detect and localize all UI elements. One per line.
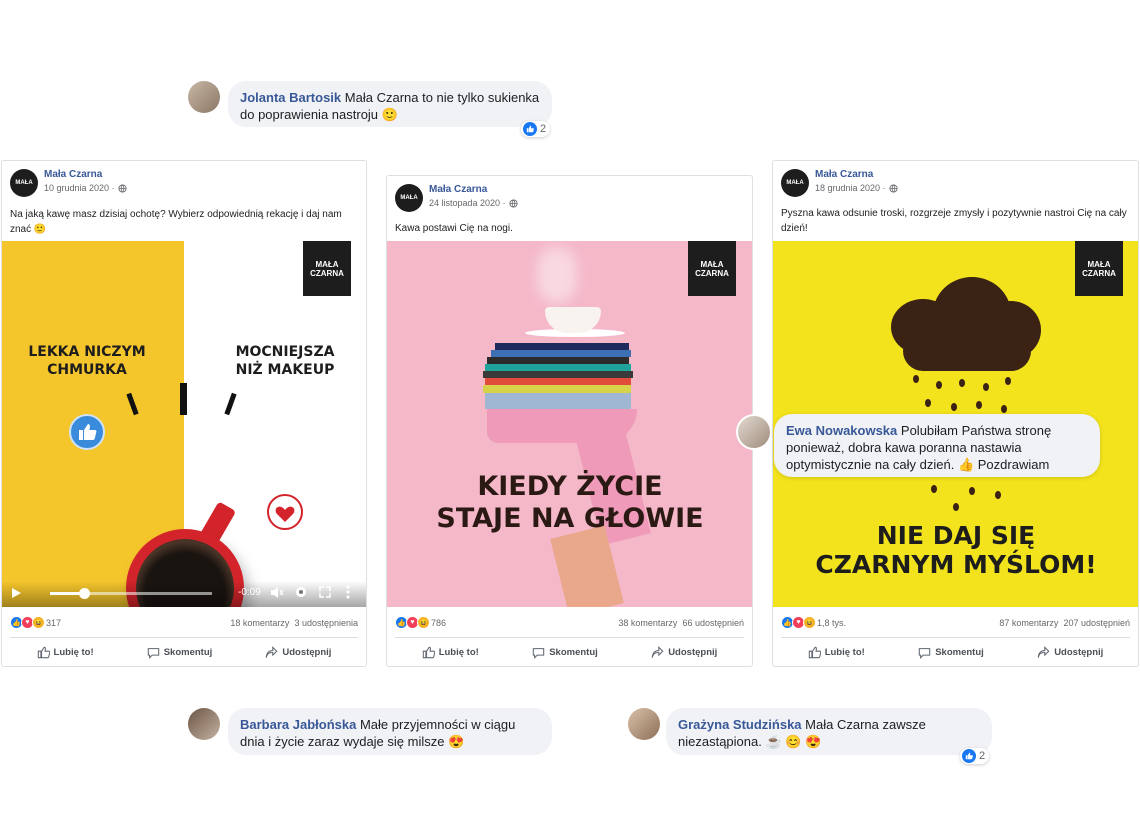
brand-logo: MAŁA CZARNA xyxy=(688,241,736,296)
share-icon xyxy=(266,646,278,658)
share-count[interactable]: 66 udostępnień xyxy=(682,618,744,628)
comment-reaction-count[interactable]: 2 xyxy=(521,121,551,137)
post-text: Pyszna kawa odsunie troski, rozgrzeje zm… xyxy=(781,208,1127,234)
haha-icon: 😆 xyxy=(417,616,430,629)
post-actions: Lubię to! Skomentuj Udostępnij xyxy=(781,637,1130,659)
comment-author[interactable]: Grażyna Studzińska xyxy=(678,717,802,732)
reaction-count: 1,8 tys. xyxy=(817,617,847,628)
like-count: 2 xyxy=(979,750,986,762)
brand-logo: MAŁA CZARNA xyxy=(1075,241,1123,296)
comment-bubble: Ewa Nowakowska Polubiłam Państwa stronę … xyxy=(774,414,1100,477)
post-text: Kawa postawi Cię na nogi. xyxy=(395,223,513,234)
comment-button[interactable]: Skomentuj xyxy=(918,646,984,659)
volume-icon[interactable] xyxy=(270,586,284,599)
book-stack xyxy=(485,393,631,409)
post-date[interactable]: 24 listopada 2020 · xyxy=(429,198,518,208)
reaction-summary[interactable]: 👍 ♥ 😆 317 xyxy=(10,616,61,629)
avatar[interactable] xyxy=(188,81,220,113)
avatar[interactable] xyxy=(188,708,220,740)
page-avatar[interactable]: MAŁA xyxy=(10,169,38,197)
fullscreen-icon[interactable] xyxy=(319,586,331,598)
share-icon xyxy=(651,646,664,658)
page-avatar[interactable]: MAŁA xyxy=(395,184,423,212)
post-stats: 👍 ♥ 😆 1,8 tys. 87 komentarzy 207 udostępni… xyxy=(781,616,1130,629)
share-count[interactable]: 3 udostępnienia xyxy=(294,618,358,628)
poster-left-text: LEKKA NICZYM CHMURKA xyxy=(28,344,146,378)
reaction-count: 786 xyxy=(431,617,447,628)
haha-icon: 😆 xyxy=(32,616,45,629)
comment-icon xyxy=(532,648,545,659)
brand-logo: MAŁA CZARNA xyxy=(303,241,351,296)
post-card: MAŁA Mała Czarna 10 grudnia 2020 · Na ja… xyxy=(1,160,367,667)
reaction-count: 317 xyxy=(46,617,62,628)
comment-count[interactable]: 18 komentarzy xyxy=(230,618,289,628)
settings-icon[interactable] xyxy=(294,585,308,599)
comment-icon xyxy=(147,648,159,659)
share-button[interactable]: Udostępnij xyxy=(1037,646,1103,659)
video-scrubber[interactable] xyxy=(79,588,90,599)
post-card: MAŁA Mała Czarna 24 listopada 2020 · Kaw… xyxy=(386,175,753,667)
share-button[interactable]: Udostępnij xyxy=(265,646,331,659)
like-icon xyxy=(37,646,50,659)
comment-icon xyxy=(918,648,931,659)
like-icon xyxy=(422,646,435,659)
share-icon xyxy=(1037,646,1050,658)
like-button[interactable]: Lubię to! xyxy=(422,646,479,659)
post-stats: 👍 ♥ 😆 786 38 komentarzy 66 udostępnień xyxy=(395,616,744,629)
like-reaction-icon xyxy=(69,414,105,450)
like-icon xyxy=(962,749,976,763)
poster-title: KIEDY ŻYCIE STAJE NA GŁOWIE xyxy=(436,471,704,534)
post-actions: Lubię to! Skomentuj Udostępnij xyxy=(395,637,744,659)
post-header: MAŁA Mała Czarna 24 listopada 2020 · xyxy=(395,184,518,212)
like-button[interactable]: Lubię to! xyxy=(808,646,865,659)
like-count: 2 xyxy=(540,123,547,135)
page-name[interactable]: Mała Czarna xyxy=(44,169,127,180)
comment-count[interactable]: 87 komentarzy xyxy=(999,618,1058,628)
post-text: Na jaką kawę masz dzisiaj ochotę? Wybier… xyxy=(10,209,342,235)
share-button[interactable]: Udostępnij xyxy=(651,646,717,659)
post-video[interactable]: MAŁA CZARNA LEKKA NICZYM CHMURKA MOCNIEJS… xyxy=(2,241,366,607)
reaction-summary[interactable]: 👍 ♥ 😆 1,8 tys. xyxy=(781,616,846,629)
post-header: MAŁA Mała Czarna 18 grudnia 2020 · xyxy=(781,169,898,197)
globe-icon xyxy=(509,198,518,208)
globe-icon xyxy=(118,183,127,193)
comment-button[interactable]: Skomentuj xyxy=(532,646,598,659)
like-icon xyxy=(523,122,537,136)
video-time: -0:09 xyxy=(238,587,261,598)
comment-author[interactable]: Ewa Nowakowska xyxy=(786,423,897,438)
comment-bubble: Jolanta Bartosik Mała Czarna to nie tylk… xyxy=(228,81,552,127)
like-icon xyxy=(808,646,821,659)
page-avatar[interactable]: MAŁA xyxy=(781,169,809,197)
comment-count[interactable]: 38 komentarzy xyxy=(618,618,677,628)
reaction-summary[interactable]: 👍 ♥ 😆 786 xyxy=(395,616,446,629)
more-icon[interactable] xyxy=(345,585,351,599)
comment-bubble: Grażyna Studzińska Mała Czarna zawsze ni… xyxy=(666,708,992,755)
avatar[interactable] xyxy=(628,708,660,740)
post-header: MAŁA Mała Czarna 10 grudnia 2020 · xyxy=(10,169,127,197)
globe-icon xyxy=(889,183,898,193)
avatar[interactable] xyxy=(736,414,772,450)
page-name[interactable]: Mała Czarna xyxy=(815,169,898,180)
comment-author[interactable]: Barbara Jabłońska xyxy=(240,717,356,732)
comment-button[interactable]: Skomentuj xyxy=(147,646,212,659)
post-date[interactable]: 18 grudnia 2020 · xyxy=(815,183,898,193)
share-count[interactable]: 207 udostępnień xyxy=(1063,618,1130,628)
play-icon[interactable] xyxy=(11,587,22,599)
post-date[interactable]: 10 grudnia 2020 · xyxy=(44,183,127,193)
post-actions: Lubię to! Skomentuj Udostępnij xyxy=(10,637,358,659)
love-reaction-icon xyxy=(267,494,303,530)
post-stats: 👍 ♥ 😆 317 18 komentarzy 3 udostępnienia xyxy=(10,616,358,629)
page-name[interactable]: Mała Czarna xyxy=(429,184,518,195)
haha-icon: 😆 xyxy=(803,616,816,629)
comment-bubble: Barbara Jabłońska Małe przyjemności w ci… xyxy=(228,708,552,755)
poster-title: NIE DAJ SIĘ CZARNYM MYŚLOM! xyxy=(815,521,1097,579)
comment-author[interactable]: Jolanta Bartosik xyxy=(240,90,341,105)
poster-right-text: MOCNIEJSZA NIŻ MAKEUP xyxy=(235,344,335,378)
post-image[interactable]: MAŁA CZARNA KIEDY ŻYCIE STAJE NA GŁOWIE xyxy=(387,241,752,607)
like-button[interactable]: Lubię to! xyxy=(37,646,94,659)
comment-reaction-count[interactable]: 2 xyxy=(960,748,990,764)
